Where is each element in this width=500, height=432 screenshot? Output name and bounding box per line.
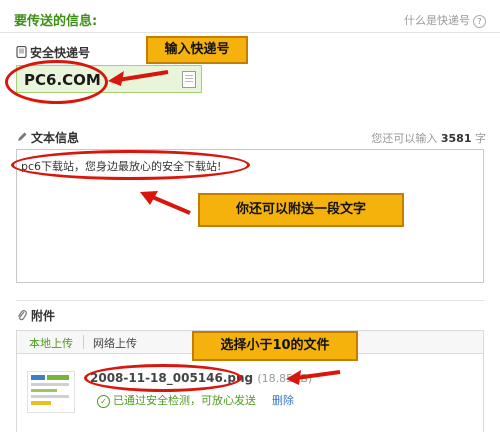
phone-icon [16,45,27,59]
paperclip-icon [18,310,27,321]
file-thumbnail [27,371,75,413]
code-label: 安全快递号 [30,46,91,60]
code-label-row: 安全快递号 [16,44,90,61]
counter-prefix: 您还可以输入 [371,132,438,145]
tab-divider [83,335,84,349]
pencil-icon [18,132,27,141]
divider [0,32,500,33]
section-title: 要传送的信息: [14,14,98,29]
delete-link[interactable]: 删除 [272,394,294,407]
thumbnail-image [31,375,69,405]
attachment-label: 附件 [31,309,56,323]
scan-status-text: 已通过安全检测，可放心发送 [113,394,256,407]
help-link-label: 什么是快递号 [404,14,470,27]
callout-message: 你还可以附送一段文字 [198,193,404,227]
help-link[interactable]: 什么是快递号? [404,12,486,28]
annotation-ring-file [84,364,242,392]
message-label: 文本信息 [31,131,80,145]
file-size: (18.85KB) [257,372,313,385]
divider [16,300,484,301]
check-circle-icon: ✓ [97,394,110,408]
tab-web-upload[interactable]: 网络上传 [93,335,137,351]
counter-value: 3581 [440,132,472,145]
callout-file: 选择小于10的文件 [192,331,358,361]
annotation-ring-message [11,150,250,180]
message-label-row: 文本信息 [16,129,79,146]
attachment-label-row: 附件 [16,307,55,324]
scan-status: ✓ 已通过安全检测，可放心发送 删除 [97,392,294,408]
callout-code: 输入快递号 [146,36,248,64]
annotation-ring-code [5,60,108,104]
address-book-icon[interactable] [182,71,196,88]
question-icon: ? [473,14,486,28]
tab-local-upload[interactable]: 本地上传 [29,335,73,351]
counter-suffix: 字 [475,132,486,145]
char-counter: 您还可以输入 3581 字 [371,130,486,146]
